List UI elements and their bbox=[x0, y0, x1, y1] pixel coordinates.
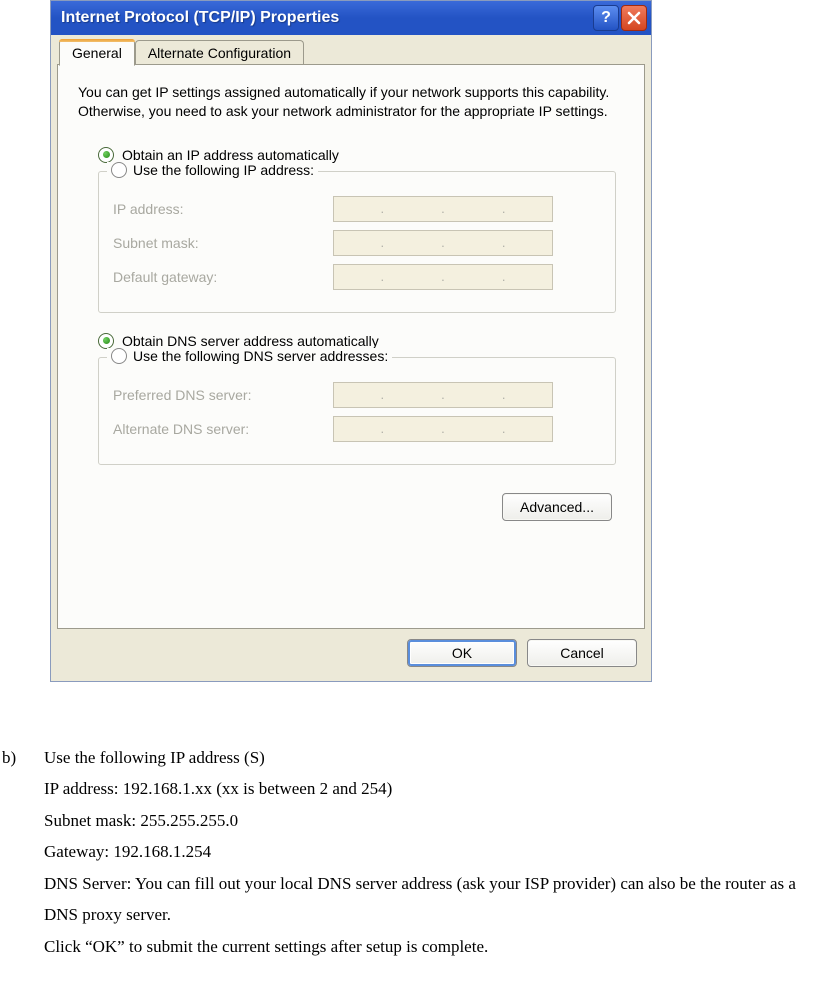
instruction-line: Gateway: 192.168.1.254 bbox=[44, 836, 806, 867]
dialog-button-bar: OK Cancel bbox=[57, 629, 645, 671]
subnet-mask-input[interactable]: . . . bbox=[333, 230, 553, 256]
instruction-line: DNS Server: You can fill out your local … bbox=[44, 868, 806, 931]
radio-obtain-dns-auto[interactable]: Obtain DNS server address automatically bbox=[98, 333, 624, 349]
instruction-line: IP address: 192.168.1.xx (xx is between … bbox=[44, 773, 806, 804]
radio-obtain-ip-auto[interactable]: Obtain an IP address automatically bbox=[98, 147, 624, 163]
radio-icon bbox=[98, 147, 114, 163]
tabstrip: General Alternate Configuration bbox=[57, 39, 645, 65]
tab-general[interactable]: General bbox=[59, 39, 135, 66]
group-use-dns: Use the following DNS server addresses: … bbox=[98, 357, 616, 465]
window-title: Internet Protocol (TCP/IP) Properties bbox=[61, 9, 591, 27]
tab-alternate[interactable]: Alternate Configuration bbox=[135, 40, 304, 65]
preferred-dns-input[interactable]: . . . bbox=[333, 382, 553, 408]
alternate-dns-input[interactable]: . . . bbox=[333, 416, 553, 442]
help-icon[interactable]: ? bbox=[593, 5, 619, 31]
radio-use-dns[interactable] bbox=[111, 348, 127, 364]
tab-alternate-label: Alternate Configuration bbox=[148, 45, 291, 61]
tcpip-properties-dialog: Internet Protocol (TCP/IP) Properties ? … bbox=[50, 0, 652, 682]
ip-address-label: IP address: bbox=[113, 201, 333, 217]
tabpanel-general: You can get IP settings assigned automat… bbox=[57, 64, 645, 629]
advanced-button[interactable]: Advanced... bbox=[502, 493, 612, 521]
tab-general-label: General bbox=[72, 45, 122, 61]
default-gateway-label: Default gateway: bbox=[113, 269, 333, 285]
default-gateway-input[interactable]: . . . bbox=[333, 264, 553, 290]
radio-use-ip-label: Use the following IP address: bbox=[133, 162, 314, 178]
titlebar[interactable]: Internet Protocol (TCP/IP) Properties ? bbox=[51, 1, 651, 35]
ip-address-input[interactable]: . . . bbox=[333, 196, 553, 222]
instruction-block: b) Use the following IP address (S) IP a… bbox=[0, 742, 820, 962]
radio-icon bbox=[98, 333, 114, 349]
group-use-ip: Use the following IP address: IP address… bbox=[98, 171, 616, 313]
list-marker: b) bbox=[0, 742, 44, 962]
instruction-line: Use the following IP address (S) bbox=[44, 742, 806, 773]
instruction-line: Click “OK” to submit the current setting… bbox=[44, 931, 806, 962]
subnet-mask-label: Subnet mask: bbox=[113, 235, 333, 251]
radio-label: Obtain DNS server address automatically bbox=[122, 333, 379, 349]
radio-use-dns-label: Use the following DNS server addresses: bbox=[133, 348, 388, 364]
radio-use-ip[interactable] bbox=[111, 162, 127, 178]
cancel-button[interactable]: Cancel bbox=[527, 639, 637, 667]
preferred-dns-label: Preferred DNS server: bbox=[113, 387, 333, 403]
radio-label: Obtain an IP address automatically bbox=[122, 147, 339, 163]
alternate-dns-label: Alternate DNS server: bbox=[113, 421, 333, 437]
ok-button[interactable]: OK bbox=[407, 639, 517, 667]
description-text: You can get IP settings assigned automat… bbox=[78, 83, 624, 121]
instruction-line: Subnet mask: 255.255.255.0 bbox=[44, 805, 806, 836]
close-icon[interactable] bbox=[621, 5, 647, 31]
